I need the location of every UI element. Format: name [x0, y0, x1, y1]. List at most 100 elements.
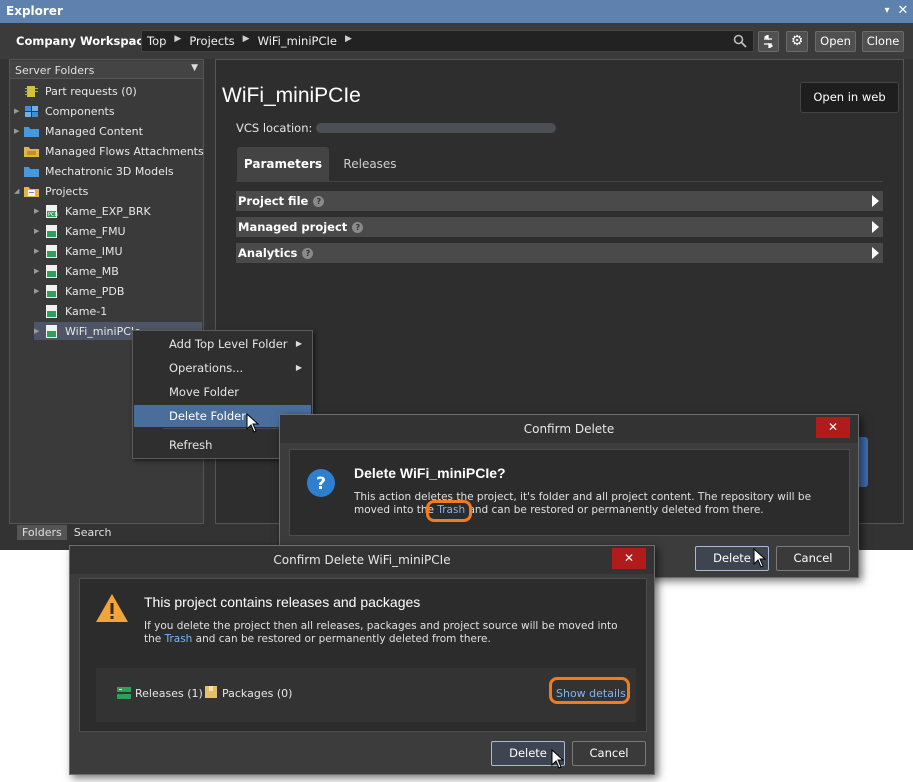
open-in-web-button[interactable]: Open in web	[800, 82, 899, 113]
toolbar: Company Workspace▼ Top ▶ Projects ▶ WiFi_m…	[0, 23, 913, 59]
settings-button[interactable]: ⚙	[786, 31, 808, 52]
help-icon[interactable]: ?	[302, 248, 314, 259]
menu-item-move-folder[interactable]: Move Folder	[134, 381, 311, 403]
close-icon[interactable]: ✕	[816, 417, 850, 438]
project-icon	[46, 224, 57, 238]
open-button[interactable]: Open	[815, 31, 856, 52]
breadcrumb-projects[interactable]: Projects	[189, 34, 234, 48]
breadcrumb-project[interactable]: WiFi_miniPCIe	[258, 34, 337, 48]
tree-item-kame-fmu[interactable]: ▶ Kame_FMU	[34, 222, 126, 240]
menu-item-operations[interactable]: Operations... ▶	[134, 357, 311, 379]
close-icon[interactable]: ✕	[896, 3, 910, 19]
dialog-message: If you delete the project then all relea…	[144, 620, 634, 646]
tree-item-kame-exp-brk[interactable]: ▶ PCB Kame_EXP_BRK	[34, 202, 151, 220]
clone-button[interactable]: Clone	[862, 31, 904, 52]
tab-search[interactable]: Search	[69, 525, 117, 540]
explorer-titlebar: Explorer ▾ ✕	[0, 0, 913, 23]
tab-releases[interactable]: Releases	[332, 147, 408, 181]
expand-icon[interactable]: ▶	[34, 327, 44, 335]
tree-item-kame-pdb[interactable]: ▶ Kame_PDB	[34, 282, 124, 300]
message-text: and can be restored or permanently delet…	[465, 504, 764, 516]
highlight-ring	[426, 500, 472, 522]
expand-icon[interactable]: ▶	[14, 127, 24, 135]
section-managed-project[interactable]: Managed project?	[236, 217, 883, 237]
chevron-down-icon: ▼	[191, 63, 198, 73]
summary-box: Releases (1) Packages (0) Show details	[96, 668, 636, 722]
server-folders-header[interactable]: Server Folders ▼	[10, 61, 203, 79]
menu-item-label: Add Top Level Folder	[169, 337, 288, 351]
tree-item-label: Managed Flows Attachments	[45, 144, 204, 158]
tree-item-label: Kame_MB	[65, 264, 119, 278]
tree-item-managed-content[interactable]: ▶ Managed Content	[14, 122, 143, 140]
tree-item-label: Components	[45, 104, 115, 118]
tree-item-label: Projects	[45, 184, 89, 198]
package-icon	[205, 686, 217, 698]
sync-icon	[763, 33, 774, 50]
tree-item-managed-flows[interactable]: Managed Flows Attachments	[14, 142, 204, 160]
menu-item-label: Move Folder	[169, 385, 240, 399]
expand-icon[interactable]: ▶	[14, 107, 24, 115]
dialog-body: This project contains releases and packa…	[79, 578, 647, 732]
collapse-icon[interactable]: ◢	[14, 187, 24, 195]
help-icon[interactable]: ?	[352, 222, 364, 233]
project-icon	[46, 264, 57, 278]
cancel-button[interactable]: Cancel	[572, 741, 646, 766]
expand-icon[interactable]: ▶	[34, 207, 44, 215]
expand-arrow-icon[interactable]	[872, 247, 879, 259]
dialog-title: Confirm Delete WiFi_miniPCIe	[70, 546, 654, 574]
tree-item-label: Kame_EXP_BRK	[65, 204, 151, 218]
project-icon	[46, 304, 57, 318]
project-icon	[46, 324, 57, 338]
tree-item-components[interactable]: ▶ Components	[14, 102, 115, 120]
search-icon[interactable]	[733, 34, 747, 48]
tree-item-kame-mb[interactable]: ▶ Kame_MB	[34, 262, 119, 280]
expand-icon[interactable]: ▶	[34, 227, 44, 235]
chevron-right-icon: ▶	[344, 34, 352, 44]
message-text: the	[144, 633, 165, 645]
section-label: Project file	[238, 194, 309, 208]
expand-icon[interactable]: ▶	[34, 247, 44, 255]
close-icon[interactable]: ✕	[612, 548, 646, 569]
tree-item-label: Kame-1	[65, 304, 108, 318]
packages-count: Packages (0)	[222, 687, 293, 700]
tree-item-part-requests[interactable]: Part requests (0)	[14, 82, 137, 100]
menu-item-label: Operations...	[169, 361, 244, 375]
expand-arrow-icon[interactable]	[872, 221, 879, 233]
tree-item-kame-imu[interactable]: ▶ Kame_IMU	[34, 242, 123, 260]
breadcrumb-top[interactable]: Top	[147, 34, 166, 48]
tab-folders[interactable]: Folders	[17, 525, 67, 540]
section-label: Analytics	[238, 246, 298, 260]
folder-icon	[24, 126, 39, 137]
question-icon: ?	[307, 469, 335, 497]
panel-menu-icon[interactable]: ▾	[880, 3, 894, 19]
mouse-cursor-icon	[246, 413, 260, 433]
mouse-cursor-icon	[551, 749, 565, 769]
cancel-button[interactable]: Cancel	[776, 546, 850, 571]
expand-icon[interactable]: ▶	[34, 267, 44, 275]
tree-item-label: Part requests (0)	[45, 84, 137, 98]
left-panel-tabs: Folders Search	[17, 525, 117, 540]
tab-parameters[interactable]: Parameters	[237, 147, 329, 181]
folder-icon	[24, 166, 39, 177]
tree-item-projects[interactable]: ◢ Projects	[14, 182, 88, 200]
server-folders-label: Server Folders	[15, 64, 95, 77]
sync-button[interactable]	[758, 31, 779, 52]
expand-arrow-icon[interactable]	[872, 195, 879, 207]
expand-icon[interactable]: ▶	[34, 287, 44, 295]
menu-item-add-top-level-folder[interactable]: Add Top Level Folder ▶	[134, 333, 311, 355]
highlight-ring	[549, 677, 630, 704]
trash-link[interactable]: Trash	[165, 633, 193, 645]
section-label: Managed project	[238, 220, 348, 234]
section-project-file[interactable]: Project file?	[236, 191, 883, 211]
folder-icon	[24, 146, 39, 157]
tree-item-mechatronic[interactable]: Mechatronic 3D Models	[14, 162, 174, 180]
section-analytics[interactable]: Analytics?	[236, 243, 883, 263]
tree-item-kame-1[interactable]: Kame-1	[34, 302, 107, 320]
workspace-selector[interactable]: Company Workspace▼	[16, 34, 160, 48]
tree-item-label: Kame_FMU	[65, 224, 126, 238]
breadcrumb[interactable]: Top ▶ Projects ▶ WiFi_miniPCIe ▶	[141, 30, 754, 52]
help-icon[interactable]: ?	[313, 196, 325, 207]
vcs-label: VCS location:	[236, 121, 313, 135]
chevron-right-icon: ▶	[174, 34, 182, 44]
workspace-label: Company Workspace	[16, 34, 151, 48]
